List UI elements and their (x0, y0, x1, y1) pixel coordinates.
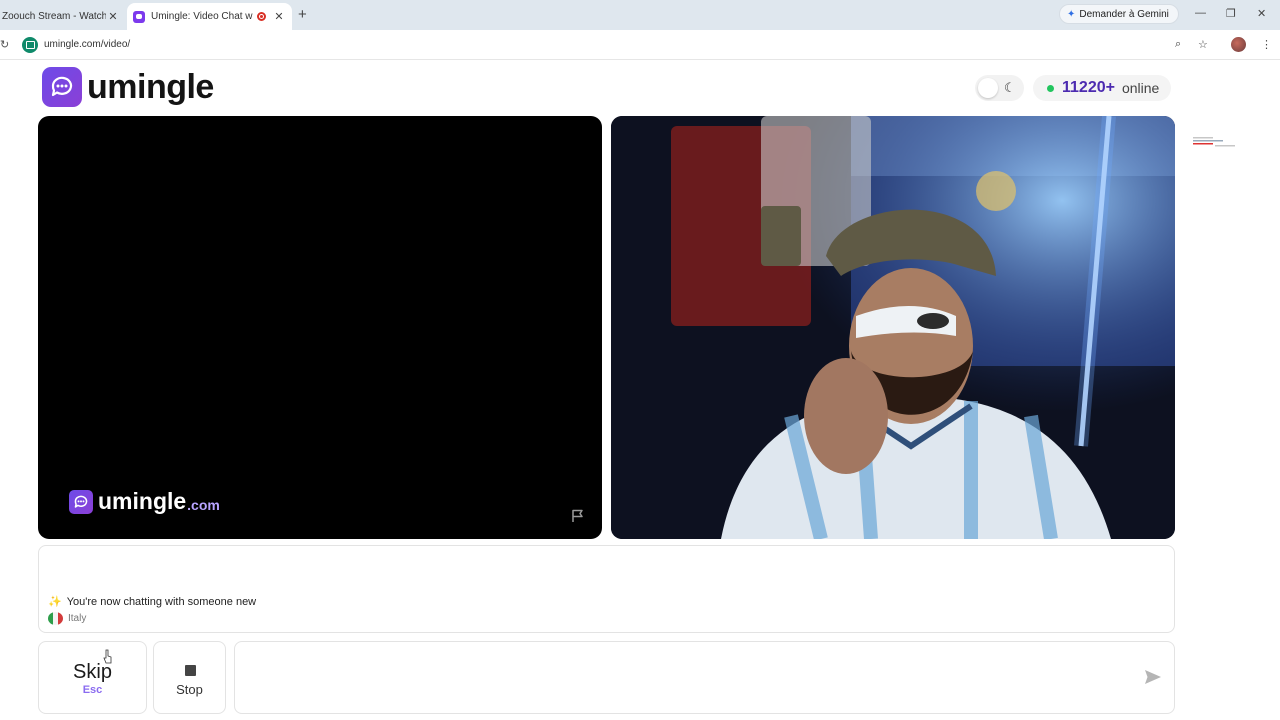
skip-label: Skip (73, 661, 112, 683)
tab-title: Umingle: Video Chat with S (151, 11, 253, 22)
local-video: umingle .com (38, 116, 602, 539)
reload-icon[interactable]: ↻ (0, 38, 9, 51)
chat-bubble-logo-icon (69, 489, 93, 514)
chat-log: ✨ You're now chatting with someone new I… (38, 545, 1175, 633)
report-flag-icon[interactable] (570, 508, 586, 524)
browser-tab-active[interactable]: Umingle: Video Chat with S ✕ (127, 3, 292, 30)
recording-icon (257, 12, 266, 21)
browser-tab[interactable]: Zoouch Stream - Watch Li ✕ (0, 3, 126, 30)
watermark-suffix: .com (187, 496, 220, 513)
chat-bubble-logo-icon (42, 67, 82, 107)
tab-title: Zoouch Stream - Watch Li (2, 11, 106, 22)
theme-toggle[interactable]: ☾ (975, 75, 1024, 101)
gemini-sparkle-icon: ✦ (1067, 8, 1076, 20)
umingle-favicon-icon (133, 10, 145, 23)
bookmark-star-icon[interactable]: ☆ (1198, 38, 1208, 51)
new-tab-icon[interactable]: + (298, 6, 307, 23)
sparkle-icon: ✨ (48, 596, 62, 608)
country-name: Italy (68, 613, 87, 624)
profile-avatar[interactable] (1231, 37, 1246, 52)
message-input[interactable] (234, 641, 1175, 714)
skip-button[interactable]: Skip Esc (38, 641, 147, 714)
video-watermark: umingle .com (69, 488, 220, 515)
gemini-button[interactable]: ✦ Demander à Gemini (1059, 4, 1179, 24)
skip-shortcut: Esc (82, 684, 103, 696)
zoom-icon[interactable]: ⌕ (1175, 38, 1181, 51)
online-counter: 11220+ online (1033, 75, 1172, 101)
browser-tab-bar: Zoouch Stream - Watch Li ✕ Umingle: Vide… (0, 0, 1280, 30)
gemini-button-label: Demander à Gemini (1079, 8, 1169, 20)
side-preview-thumbnail (1193, 137, 1235, 147)
url-field[interactable]: umingle.com/video/ (44, 39, 130, 50)
stop-icon (185, 665, 196, 676)
send-icon[interactable] (1143, 668, 1163, 686)
online-label: online (1121, 80, 1160, 96)
italy-flag-icon (48, 612, 63, 625)
moon-icon: ☾ (1004, 80, 1016, 95)
online-count: 11220+ (1062, 79, 1115, 96)
stop-button[interactable]: Stop (153, 641, 226, 714)
watermark-name: umingle (98, 488, 187, 514)
stop-label: Stop (176, 682, 203, 697)
hand-cursor-icon (103, 649, 112, 664)
site-logo[interactable]: umingle (42, 67, 214, 107)
logo-text: umingle (87, 67, 214, 106)
stranger-country: Italy (48, 612, 86, 625)
address-bar: ↻ umingle.com/video/ ⌕ ☆ ⋮ (0, 30, 1280, 60)
system-message-text: You're now chatting with someone new (66, 595, 257, 608)
close-icon[interactable]: ✕ (106, 10, 120, 23)
toggle-knob (978, 78, 998, 98)
close-window-icon[interactable]: ✕ (1257, 7, 1266, 20)
remote-video (611, 116, 1175, 539)
online-status-dot (1047, 84, 1054, 92)
site-info-icon[interactable] (22, 37, 38, 53)
menu-kebab-icon[interactable]: ⋮ (1261, 38, 1272, 51)
system-message: ✨ You're now chatting with someone new (48, 595, 257, 609)
close-icon[interactable]: ✕ (272, 10, 286, 23)
minimize-icon[interactable]: — (1195, 7, 1206, 19)
restore-icon[interactable]: ❐ (1226, 7, 1236, 20)
remote-video-feed (611, 116, 1175, 539)
